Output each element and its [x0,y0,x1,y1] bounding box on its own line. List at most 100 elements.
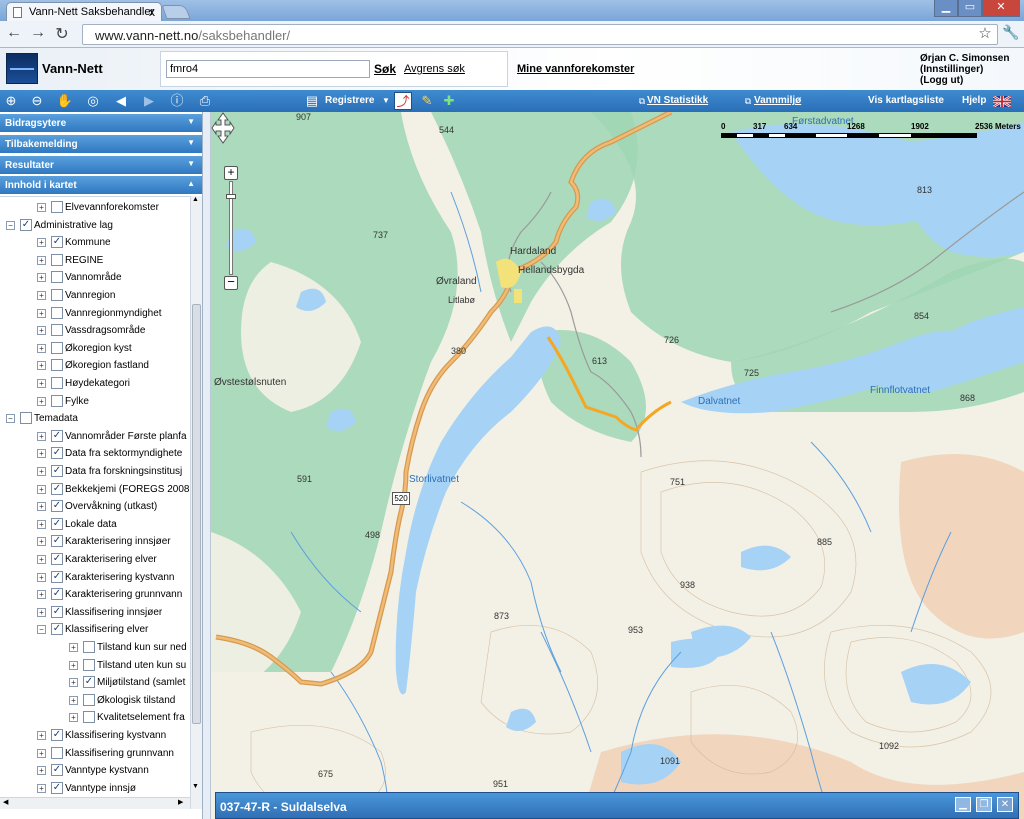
zoom-in-icon[interactable]: ⊕ [2,92,20,110]
layer-checkbox[interactable]: ✓ [51,500,63,513]
layer-tree-item[interactable]: + Tilstand kun sur ned [0,639,190,656]
layer-tree-item[interactable]: + ✓ Miljøtilstand (samlet [0,674,190,691]
wrench-icon[interactable]: 🔧 [1001,24,1021,41]
layer-tree-item[interactable]: + Kvalitetselement fra [0,709,190,726]
reload-icon[interactable]: ↻ [52,24,72,44]
uk-flag-icon[interactable] [993,96,1011,107]
print-icon[interactable]: ⎙ [196,92,214,110]
layer-checkbox[interactable]: ✓ [51,588,63,601]
scroll-down-icon[interactable]: ▼ [192,783,199,790]
layer-tree-item[interactable]: + Vassdragsområde [0,322,190,339]
accordion-map-content[interactable]: Innhold i kartet ▲ [0,176,202,195]
layer-tree-item[interactable]: + ✓ Klassifisering innsjøer [0,604,190,621]
scroll-right-icon[interactable]: ▶ [178,798,183,806]
layer-tree-item[interactable]: + ✓ Kommune [0,234,190,251]
layer-checkbox[interactable]: ✓ [83,676,95,689]
layer-checkbox[interactable]: ✓ [51,429,63,442]
layer-checkbox[interactable]: ✓ [51,764,63,777]
layer-checkbox[interactable]: ✓ [51,517,63,530]
scroll-thumb[interactable] [192,304,201,724]
layer-tree-item[interactable]: + Tilstand uten kun su [0,657,190,674]
layer-checkbox[interactable]: ✓ [51,781,63,794]
layer-tree-item[interactable]: + ✓ Overvåkning (utkast) [0,498,190,515]
zoom-plus-icon[interactable]: + [224,166,238,180]
expand-icon[interactable]: + [37,766,46,776]
layer-tree-hscrollbar[interactable]: ◀ ▶ [0,797,190,809]
layer-checkbox[interactable] [51,341,63,354]
expand-icon[interactable]: + [37,379,46,388]
layer-tree-item[interactable]: + ✓ Karakterisering elver [0,551,190,568]
add-user-icon[interactable]: ✚ [440,92,458,110]
layer-tree-item[interactable]: + Økoregion kyst [0,340,190,357]
expand-icon[interactable]: + [69,643,78,652]
layer-checkbox[interactable] [83,641,95,653]
expand-icon[interactable]: + [37,291,46,300]
register-menu[interactable]: Registrere [325,95,374,106]
layer-checkbox[interactable] [51,359,63,372]
expand-icon[interactable]: + [69,678,78,688]
layer-checkbox[interactable] [20,412,32,425]
expand-icon[interactable]: + [37,273,46,283]
expand-icon[interactable]: + [37,255,46,265]
previous-extent-icon[interactable]: ◀ [112,92,130,110]
expand-icon[interactable]: + [69,660,78,670]
layer-tree-scrollbar[interactable]: ▲ ▼ [190,196,202,809]
info-icon[interactable]: ⓘ [168,92,186,110]
expand-icon[interactable]: + [37,537,46,547]
next-extent-icon[interactable]: ▶ [140,92,158,110]
address-bar[interactable]: www.vann-nett.no/saksbehandler/ [82,24,998,45]
expand-icon[interactable]: + [69,713,78,723]
layer-checkbox[interactable] [51,746,63,759]
expand-icon[interactable]: + [37,431,46,441]
layer-tree-item[interactable]: + Elvevannforekomster [0,199,190,216]
layer-checkbox[interactable] [51,306,63,319]
layer-tree-item[interactable]: + ✓ Vanntype innsjø [0,780,190,797]
accordion-contributors[interactable]: Bidragsytere ▼ [0,114,202,133]
search-button[interactable]: Søk [374,62,396,76]
collapse-icon[interactable]: − [6,220,15,230]
zoom-extent-icon[interactable]: ◎ [84,92,102,110]
register-icon[interactable]: ▤ [303,92,321,110]
expand-icon[interactable]: + [37,308,46,318]
new-tab-button[interactable] [161,5,191,19]
panel-restore-icon[interactable]: ❐ [976,797,992,812]
layer-checkbox[interactable] [51,377,63,389]
settings-link[interactable]: (Innstillinger) [920,64,1009,75]
layer-checkbox[interactable] [83,658,95,671]
scroll-left-icon[interactable]: ◀ [3,798,8,806]
logout-link[interactable]: (Logg ut) [920,75,1009,86]
layer-list-link[interactable]: Vis kartlagsliste [868,95,944,106]
layer-checkbox[interactable]: ✓ [51,623,63,636]
zoom-slider[interactable]: + − [224,166,238,290]
layer-tree-item[interactable]: − ✓ Klassifisering elver [0,621,190,638]
bookmark-star-icon[interactable]: ☆ [975,24,995,42]
layer-tree-item[interactable]: + ✓ Klassifisering kystvann [0,727,190,744]
layer-tree-item[interactable]: + Vannregionmyndighet [0,305,190,322]
layer-checkbox[interactable] [83,711,95,724]
zoom-handle[interactable] [226,194,236,199]
expand-icon[interactable]: + [37,449,46,459]
accordion-feedback[interactable]: Tilbakemelding ▼ [0,135,202,154]
layer-checkbox[interactable] [51,271,63,284]
zoom-minus-icon[interactable]: − [224,275,238,290]
pan-control[interactable] [211,112,235,144]
expand-icon[interactable]: + [37,731,46,740]
layer-checkbox[interactable] [51,289,63,301]
expand-icon[interactable]: + [37,203,46,212]
tab-close-icon[interactable]: x [149,5,155,19]
layer-checkbox[interactable]: ✓ [51,553,63,565]
expand-icon[interactable]: + [37,361,46,371]
pan-hand-icon[interactable]: ✋ [56,92,74,110]
expand-icon[interactable]: + [37,590,46,600]
layer-tree-item[interactable]: + Vannområde [0,269,190,286]
zoom-out-icon[interactable]: ⊖ [28,92,46,110]
scroll-up-icon[interactable]: ▲ [192,196,199,203]
layer-checkbox[interactable] [51,253,63,266]
layer-checkbox[interactable]: ✓ [51,465,63,477]
layer-checkbox[interactable] [51,394,63,407]
statistics-link[interactable]: VN Statistikk [647,95,708,106]
layer-checkbox[interactable]: ✓ [51,605,63,618]
layer-tree-item[interactable]: + Økologisk tilstand [0,692,190,709]
expand-icon[interactable]: + [69,695,78,705]
layer-checkbox[interactable]: ✓ [51,447,63,460]
